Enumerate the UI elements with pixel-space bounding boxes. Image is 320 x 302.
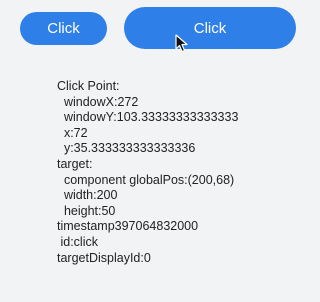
info-line-target-display-id: targetDisplayId:0 bbox=[57, 250, 151, 265]
click-button-small[interactable]: Click bbox=[20, 12, 107, 45]
click-button-large[interactable]: Click bbox=[124, 7, 296, 49]
info-line-global-pos: component globalPos:(200,68) bbox=[57, 172, 235, 187]
info-line-window-y: windowY:103.33333333333333 bbox=[57, 110, 239, 125]
mouse-pointer-icon bbox=[175, 34, 188, 53]
click-button-large-label: Click bbox=[193, 19, 227, 37]
info-line-width: width:200 bbox=[57, 188, 118, 203]
info-line-id: id:click bbox=[57, 234, 98, 249]
info-line-target: target: bbox=[57, 156, 93, 171]
info-line-x: x:72 bbox=[57, 125, 88, 140]
info-line-timestamp: timestamp397064832000 bbox=[57, 219, 199, 234]
info-line-window-x: windowX:272 bbox=[57, 94, 139, 109]
click-button-small-label: Click bbox=[47, 20, 80, 37]
info-line-y: y:35.333333333333336 bbox=[57, 141, 196, 156]
info-line-click-point: Click Point: bbox=[57, 79, 120, 93]
info-line-height: height:50 bbox=[57, 203, 116, 218]
click-event-info: Click Point: windowX:272 windowY:103.333… bbox=[57, 79, 238, 266]
